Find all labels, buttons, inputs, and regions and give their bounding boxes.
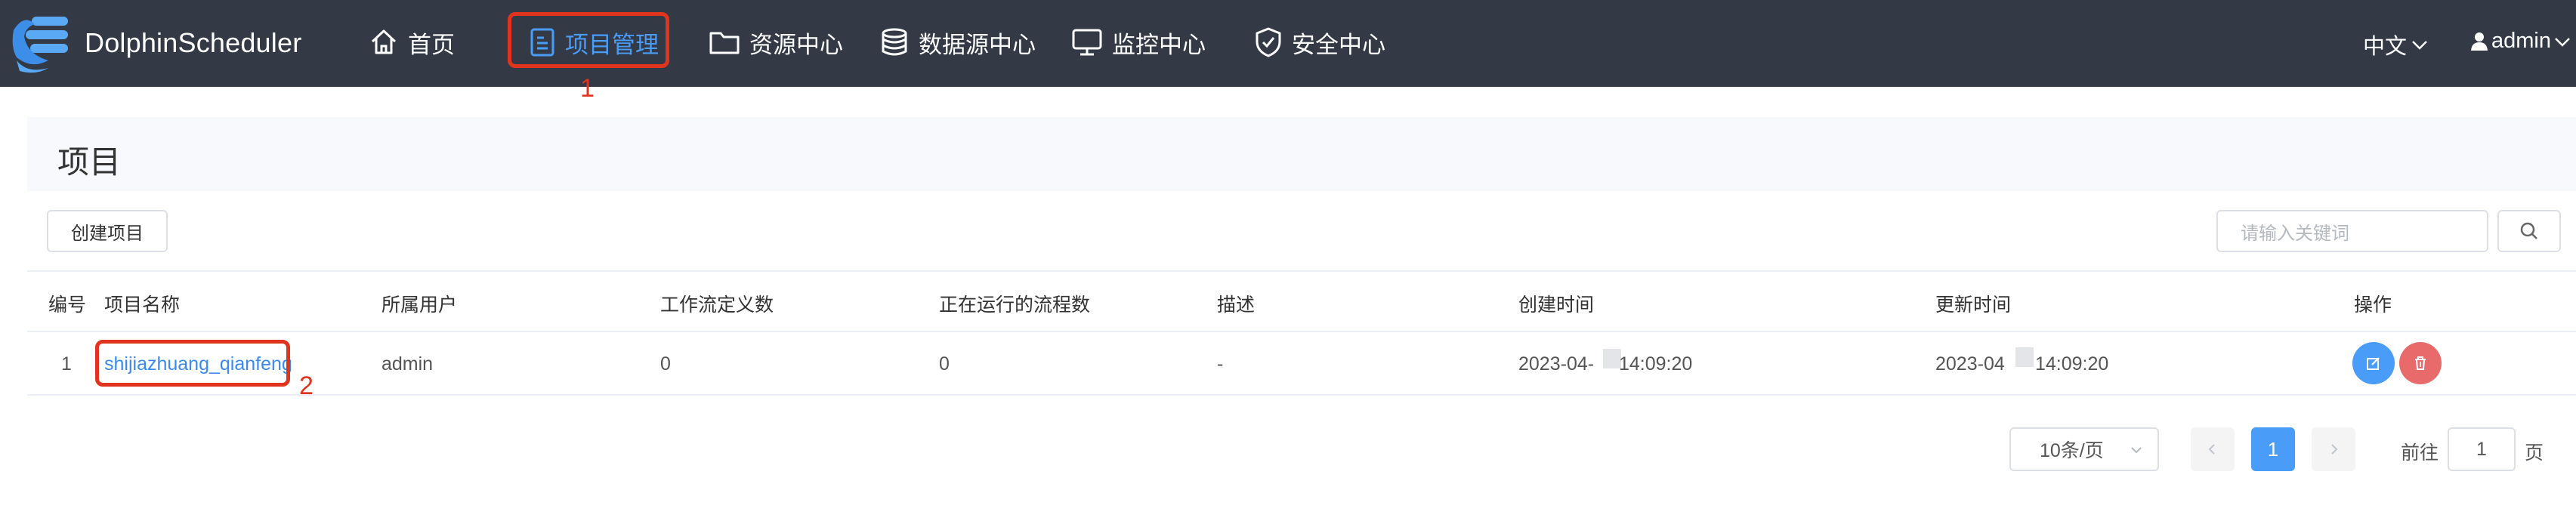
- col-header-workflow-count: 工作流定义数: [660, 294, 774, 316]
- edit-button[interactable]: [2352, 342, 2395, 384]
- table-bottom-border: [27, 394, 2576, 396]
- language-switcher[interactable]: 中文: [2363, 29, 2429, 60]
- nav-security-center[interactable]: 安全中心: [1254, 21, 1385, 63]
- annotation-box-1: [508, 12, 669, 68]
- top-navbar: DolphinScheduler 首页 项目管理 资源中心 数据源中心 监控中心…: [0, 0, 2576, 87]
- page-title-band: [27, 117, 2576, 191]
- cell-owner: admin: [381, 353, 434, 375]
- language-label: 中文: [2363, 35, 2408, 59]
- col-header-description: 描述: [1217, 294, 1256, 316]
- database-icon: [882, 28, 907, 56]
- cell-created-date: 2023-04-: [1518, 353, 1595, 375]
- page-size-value: 10条/页: [2040, 440, 2104, 461]
- nav-monitor-center[interactable]: 监控中心: [1071, 21, 1206, 63]
- monitor-icon: [1072, 29, 1102, 56]
- chevron-left-icon: [2208, 444, 2215, 455]
- edit-icon: [2367, 357, 2380, 370]
- annotation-number-2: 2: [299, 371, 314, 400]
- nav-datasource-center[interactable]: 数据源中心: [879, 21, 1036, 63]
- brand-name[interactable]: DolphinScheduler: [85, 27, 301, 59]
- chevron-down-icon: [2131, 447, 2142, 454]
- redaction-mask: [2015, 347, 2034, 367]
- cell-workflow-count: 0: [660, 353, 671, 375]
- page-size-select[interactable]: 10条/页: [2009, 427, 2159, 471]
- table-header-border: [27, 331, 2576, 332]
- cell-updated-date: 2023-04: [1935, 353, 2005, 375]
- col-header-project-name: 项目名称: [104, 294, 181, 316]
- cell-id: 1: [61, 353, 72, 375]
- col-header-running-count: 正在运行的流程数: [939, 294, 1091, 316]
- nav-monitor-center-label: 监控中心: [1112, 31, 1206, 58]
- table-top-border: [27, 270, 2576, 272]
- next-page-button[interactable]: [2312, 427, 2355, 471]
- search-icon: [2520, 222, 2537, 239]
- nav-home-label: 首页: [408, 31, 455, 58]
- cell-created-time: 14:09:20: [1619, 353, 1693, 375]
- search-placeholder: 请输入关键词: [2241, 223, 2349, 244]
- col-header-updated-time: 更新时间: [1935, 294, 2012, 316]
- cell-description: -: [1217, 353, 1224, 375]
- nav-resource-center[interactable]: 资源中心: [709, 21, 843, 63]
- cell-running-count: 0: [939, 353, 950, 375]
- annotation-box-2: [95, 340, 290, 387]
- chevron-down-icon: [2555, 37, 2570, 47]
- col-header-actions: 操作: [2354, 294, 2392, 316]
- create-project-button[interactable]: 创建项目: [47, 210, 168, 252]
- search-button[interactable]: [2497, 210, 2561, 252]
- goto-page-input[interactable]: 1: [2448, 427, 2516, 471]
- page-title: 项目: [57, 144, 122, 180]
- col-header-owner: 所属用户: [381, 294, 458, 316]
- dolphin-logo-icon[interactable]: [9, 11, 79, 77]
- folder-icon: [709, 32, 740, 54]
- goto-suffix: 页: [2525, 442, 2544, 464]
- user-menu[interactable]: admin: [2470, 29, 2572, 54]
- nav-security-center-label: 安全中心: [1292, 31, 1385, 58]
- prev-page-button[interactable]: [2191, 427, 2235, 471]
- col-header-created-time: 创建时间: [1518, 294, 1595, 316]
- goto-label: 前往: [2401, 442, 2439, 464]
- nav-home[interactable]: 首页: [369, 21, 455, 63]
- nav-datasource-center-label: 数据源中心: [919, 31, 1036, 58]
- chevron-right-icon: [2331, 444, 2338, 455]
- home-icon: [371, 29, 397, 54]
- trash-icon: [2415, 356, 2426, 370]
- delete-button[interactable]: [2399, 342, 2442, 384]
- search-input[interactable]: 请输入关键词: [2216, 210, 2488, 252]
- page-number-button[interactable]: 1: [2251, 427, 2295, 471]
- user-icon: [2471, 32, 2488, 51]
- chevron-down-icon: [2412, 41, 2427, 50]
- nav-resource-center-label: 资源中心: [749, 31, 843, 58]
- cell-updated-time: 14:09:20: [2035, 353, 2109, 375]
- user-name: admin: [2491, 29, 2551, 53]
- col-header-id: 编号: [48, 294, 87, 316]
- annotation-number-1: 1: [580, 74, 595, 103]
- shield-icon: [1256, 27, 1281, 57]
